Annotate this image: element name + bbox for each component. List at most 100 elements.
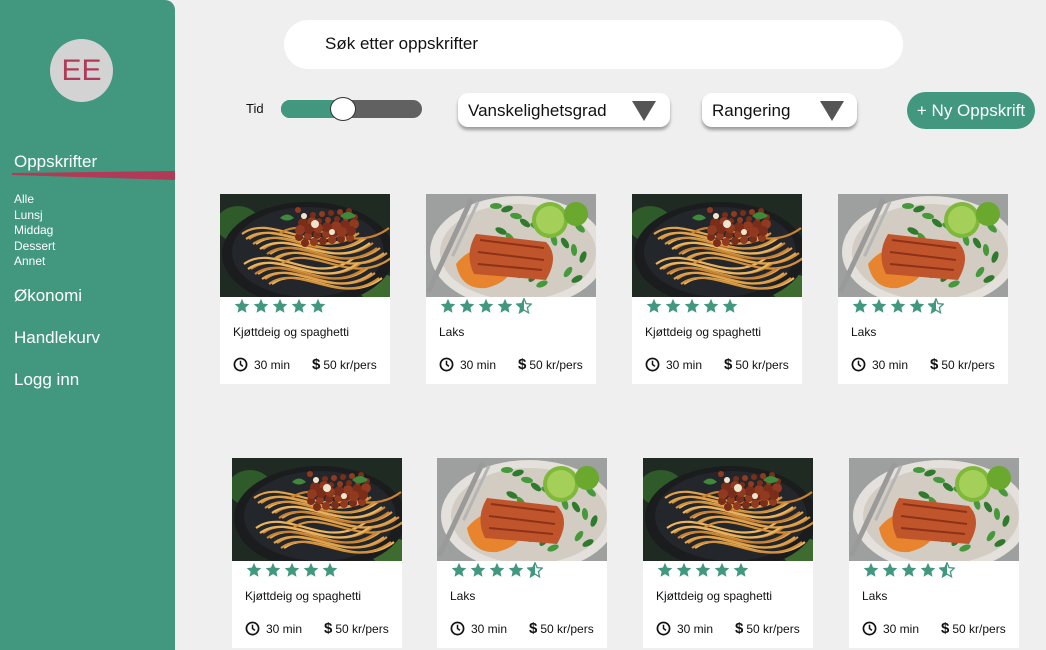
dollar-icon: $	[529, 620, 538, 637]
category-item-middag[interactable]: Middag	[14, 223, 55, 239]
cook-time-value: 30 min	[677, 621, 714, 636]
star-filled-icon	[695, 562, 711, 577]
star-filled-icon	[497, 298, 513, 313]
cook-time: 30 min	[450, 621, 507, 636]
star-filled-icon	[901, 562, 917, 577]
recipe-title: Kjøttdeig og spaghetti	[233, 325, 350, 339]
recipe-title: Kjøttdeig og spaghetti	[656, 589, 773, 603]
time-slider[interactable]	[281, 97, 422, 121]
recipe-card[interactable]: Kjøttdeig og spaghetti 30 min $50 kr/per…	[643, 458, 813, 648]
star-filled-icon	[665, 298, 681, 313]
star-filled-icon	[291, 298, 307, 313]
star-filled-icon	[684, 298, 700, 313]
recipe-image[interactable]	[632, 194, 802, 297]
category-item-alle[interactable]: Alle	[14, 192, 55, 208]
clock-icon	[439, 357, 454, 372]
price-per-person: $50 kr/pers	[518, 357, 583, 372]
star-filled-icon	[657, 562, 673, 577]
new-recipe-button[interactable]: + Ny Oppskrift	[907, 92, 1035, 129]
star-filled-icon	[714, 562, 730, 577]
recipe-image[interactable]	[426, 194, 596, 297]
cook-time: 30 min	[439, 357, 496, 372]
clock-icon	[233, 357, 248, 372]
category-item-dessert[interactable]: Dessert	[14, 239, 55, 255]
star-half-icon	[516, 298, 532, 314]
cook-time: 30 min	[645, 357, 702, 372]
star-filled-icon	[703, 298, 719, 313]
rating-stars	[852, 298, 944, 314]
recipe-image[interactable]	[849, 458, 1019, 561]
star-filled-icon	[722, 298, 738, 313]
star-filled-icon	[676, 562, 692, 577]
star-half-icon	[928, 298, 944, 314]
star-filled-icon	[303, 562, 319, 577]
recipe-title: Laks	[450, 589, 476, 603]
recipe-image[interactable]	[643, 458, 813, 561]
recipe-image[interactable]	[437, 458, 607, 561]
rating-stars	[646, 298, 738, 314]
cook-time: 30 min	[245, 621, 302, 636]
nav-cart[interactable]: Handlekurv	[14, 328, 100, 348]
price-per-person: $50 kr/pers	[724, 357, 789, 372]
rating-stars	[440, 298, 532, 314]
slider-thumb[interactable]	[330, 97, 356, 121]
nav-login[interactable]: Logg inn	[14, 370, 79, 390]
difficulty-dropdown-label: Vanskelighetsgrad	[468, 101, 607, 120]
cook-time: 30 min	[233, 357, 290, 372]
recipe-card[interactable]: Kjøttdeig og spaghetti 30 min $50 kr/per…	[220, 194, 390, 384]
price-per-person: $50 kr/pers	[930, 357, 995, 372]
dollar-icon: $	[941, 620, 950, 637]
price-value: 50 kr/pers	[335, 621, 389, 636]
star-filled-icon	[909, 298, 925, 313]
price-value: 50 kr/pers	[952, 621, 1006, 636]
star-filled-icon	[310, 298, 326, 313]
rating-stars	[246, 562, 338, 578]
star-filled-icon	[508, 562, 524, 577]
price-value: 50 kr/pers	[746, 621, 800, 636]
clock-icon	[656, 621, 671, 636]
cook-time-value: 30 min	[883, 621, 920, 636]
category-item-lunsj[interactable]: Lunsj	[14, 208, 55, 224]
price-per-person: $50 kr/pers	[312, 357, 377, 372]
recipe-card[interactable]: Kjøttdeig og spaghetti 30 min $50 kr/per…	[232, 458, 402, 648]
spaghetti-dish-image	[643, 458, 813, 561]
clock-icon	[862, 621, 877, 636]
cook-time-value: 30 min	[460, 357, 497, 372]
recipe-card[interactable]: Kjøttdeig og spaghetti 30 min $50 kr/per…	[632, 194, 802, 384]
clock-icon	[851, 357, 866, 372]
recipe-title: Laks	[851, 325, 877, 339]
star-filled-icon	[272, 298, 288, 313]
rating-stars	[451, 562, 543, 578]
star-filled-icon	[451, 562, 467, 577]
recipe-card[interactable]: Laks 30 min $50 kr/pers	[426, 194, 596, 384]
dollar-icon: $	[724, 356, 733, 373]
caret-down-icon	[820, 101, 844, 121]
recipe-card[interactable]: Laks 30 min $50 kr/pers	[838, 194, 1008, 384]
star-filled-icon	[265, 562, 281, 577]
avatar[interactable]: EE	[50, 39, 113, 102]
star-filled-icon	[489, 562, 505, 577]
category-item-annet[interactable]: Annet	[14, 254, 55, 270]
star-filled-icon	[478, 298, 494, 313]
recipe-image[interactable]	[232, 458, 402, 561]
search-input[interactable]: Søk etter oppskrifter	[284, 20, 903, 69]
recipe-card[interactable]: Laks 30 min $50 kr/pers	[437, 458, 607, 648]
rating-dropdown[interactable]: Rangering	[702, 93, 857, 127]
recipe-image[interactable]	[220, 194, 390, 297]
recipe-title: Laks	[862, 589, 888, 603]
price-value: 50 kr/pers	[735, 357, 789, 372]
difficulty-dropdown[interactable]: Vanskelighetsgrad	[458, 93, 670, 127]
star-filled-icon	[852, 298, 868, 313]
dollar-icon: $	[930, 356, 939, 373]
dollar-icon: $	[324, 620, 333, 637]
recipe-card[interactable]: Laks 30 min $50 kr/pers	[849, 458, 1019, 648]
star-filled-icon	[871, 298, 887, 313]
recipe-image[interactable]	[838, 194, 1008, 297]
nav-recipes[interactable]: Oppskrifter	[14, 152, 97, 172]
nav-economy[interactable]: Økonomi	[14, 286, 82, 306]
price-value: 50 kr/pers	[540, 621, 594, 636]
caret-down-icon	[632, 101, 656, 121]
star-filled-icon	[284, 562, 300, 577]
price-per-person: $50 kr/pers	[529, 621, 594, 636]
star-filled-icon	[246, 562, 262, 577]
